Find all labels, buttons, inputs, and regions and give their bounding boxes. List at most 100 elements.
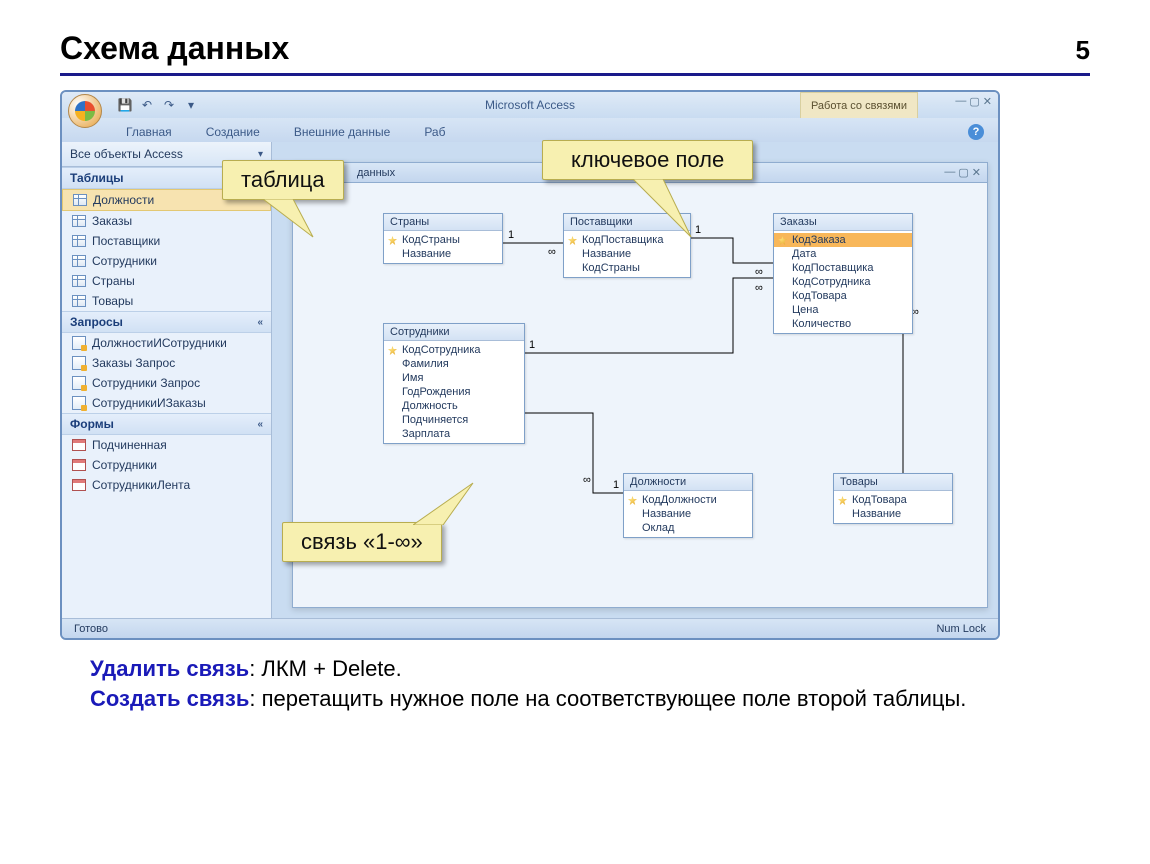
collapse-icon[interactable]: « [257, 419, 263, 430]
nav-item-query[interactable]: Сотрудники Запрос [62, 373, 271, 393]
entity-title: Сотрудники [384, 324, 524, 341]
collapse-icon[interactable]: « [257, 317, 263, 328]
close-icon[interactable]: ✕ [972, 166, 981, 179]
entity-field[interactable]: Цена [774, 303, 912, 317]
query-icon [72, 336, 86, 350]
entity-title: Должности [624, 474, 752, 491]
entity-key-field[interactable]: КодЗаказа [774, 233, 912, 247]
maximize-icon[interactable]: ▢ [969, 95, 979, 108]
rel-many: ∞ [755, 266, 763, 278]
nav-item-label: Сотрудники [92, 458, 157, 472]
nav-item-table[interactable]: Заказы [62, 211, 271, 231]
nav-item-form[interactable]: Подчиненная [62, 435, 271, 455]
entity-field[interactable]: Оклад [624, 521, 752, 535]
nav-item-table[interactable]: Сотрудники [62, 251, 271, 271]
entity-title: Страны [384, 214, 502, 231]
nav-item-table[interactable]: Страны [62, 271, 271, 291]
rel-one: 1 [695, 224, 701, 236]
nav-pane-title: Все объекты Access [70, 147, 183, 161]
help-icon[interactable]: ? [968, 124, 984, 140]
entity-key-field[interactable]: КодСтраны [384, 233, 502, 247]
chevron-down-icon[interactable]: ▾ [258, 149, 263, 160]
minimize-icon[interactable]: — [944, 166, 955, 179]
status-bar: Готово Num Lock [62, 618, 998, 638]
entity-positions[interactable]: Должности КодДолжности Название Оклад [623, 473, 753, 538]
rel-one: 1 [529, 339, 535, 351]
nav-item-form[interactable]: Сотрудники [62, 455, 271, 475]
entity-orders[interactable]: Заказы КодЗаказа Дата КодПоставщика КодС… [773, 213, 913, 334]
entity-key-field[interactable]: КодТовара [834, 493, 952, 507]
footer-highlight: Удалить связь [90, 656, 249, 681]
table-icon [73, 194, 87, 206]
ribbon-tab[interactable]: Создание [202, 122, 264, 142]
ribbon-tab[interactable]: Внешние данные [290, 122, 395, 142]
entity-field[interactable]: КодСотрудника [774, 275, 912, 289]
entity-field[interactable]: Подчиняется [384, 413, 524, 427]
close-icon[interactable]: ✕ [983, 95, 992, 108]
entity-field[interactable]: КодСтраны [564, 261, 690, 275]
entity-field[interactable]: Название [624, 507, 752, 521]
nav-item-form[interactable]: СотрудникиЛента [62, 475, 271, 495]
entity-field[interactable]: Название [834, 507, 952, 521]
nav-item-query[interactable]: СотрудникиИЗаказы [62, 393, 271, 413]
table-icon [72, 235, 86, 247]
entity-employees[interactable]: Сотрудники КодСотрудника Фамилия Имя Год… [383, 323, 525, 444]
nav-group-queries[interactable]: Запросы « [62, 311, 271, 333]
entity-key-field[interactable]: КодДолжности [624, 493, 752, 507]
callout-relation: связь «1-∞» [282, 522, 442, 562]
entity-field[interactable]: Количество [774, 317, 912, 331]
entity-key-field[interactable]: КодСотрудника [384, 343, 524, 357]
entity-field[interactable]: Название [384, 247, 502, 261]
entity-field[interactable]: ГодРождения [384, 385, 524, 399]
entity-goods[interactable]: Товары КодТовара Название [833, 473, 953, 524]
entity-field[interactable]: КодТовара [774, 289, 912, 303]
query-icon [72, 396, 86, 410]
callout-tail-icon [413, 481, 483, 525]
entity-countries[interactable]: Страны КодСтраны Название [383, 213, 503, 264]
nav-item-table[interactable]: Поставщики [62, 231, 271, 251]
entity-field[interactable]: Фамилия [384, 357, 524, 371]
context-tab[interactable]: Работа со связями [800, 92, 918, 118]
minimize-icon[interactable]: — [955, 95, 966, 108]
slide-number: 5 [1076, 35, 1090, 66]
entity-field[interactable]: Дата [774, 247, 912, 261]
rel-many: ∞ [583, 474, 591, 486]
entity-field[interactable]: Имя [384, 371, 524, 385]
form-icon [72, 439, 86, 451]
nav-item-label: Сотрудники [92, 254, 157, 268]
nav-item-label: Подчиненная [92, 438, 167, 452]
nav-item-table[interactable]: Товары [62, 291, 271, 311]
callout-keyfield: ключевое поле [542, 140, 753, 180]
entity-field[interactable]: Зарплата [384, 427, 524, 441]
nav-item-label: СотрудникиИЗаказы [92, 396, 206, 410]
entity-field[interactable]: Должность [384, 399, 524, 413]
office-button[interactable] [68, 94, 102, 128]
nav-item-label: Товары [92, 294, 133, 308]
redo-icon[interactable]: ↷ [160, 96, 178, 114]
ribbon-tab[interactable]: Раб [420, 122, 449, 142]
nav-group-label: Формы [70, 417, 114, 431]
nav-item-label: Поставщики [92, 234, 160, 248]
table-icon [72, 255, 86, 267]
slide-title: Схема данных [60, 30, 289, 67]
entity-title: Товары [834, 474, 952, 491]
query-icon [72, 376, 86, 390]
nav-item-query[interactable]: ДолжностиИСотрудники [62, 333, 271, 353]
rel-many: ∞ [548, 246, 556, 258]
entity-field[interactable]: КодПоставщика [774, 261, 912, 275]
undo-icon[interactable]: ↶ [138, 96, 156, 114]
rel-one: 1 [508, 229, 514, 241]
save-icon[interactable]: 💾 [116, 96, 134, 114]
form-icon [72, 479, 86, 491]
qat-dropdown-icon[interactable]: ▾ [182, 96, 200, 114]
nav-item-query[interactable]: Заказы Запрос [62, 353, 271, 373]
entity-field[interactable]: Название [564, 247, 690, 261]
footer-notes: Удалить связь: ЛКМ + Delete. Создать свя… [60, 654, 1090, 713]
maximize-icon[interactable]: ▢ [958, 166, 968, 179]
nav-group-label: Запросы [70, 315, 123, 329]
callout-table: таблица [222, 160, 344, 200]
ribbon-tab[interactable]: Главная [122, 122, 176, 142]
callout-text: таблица [241, 167, 325, 192]
nav-group-forms[interactable]: Формы « [62, 413, 271, 435]
callout-tail-icon [613, 179, 693, 239]
